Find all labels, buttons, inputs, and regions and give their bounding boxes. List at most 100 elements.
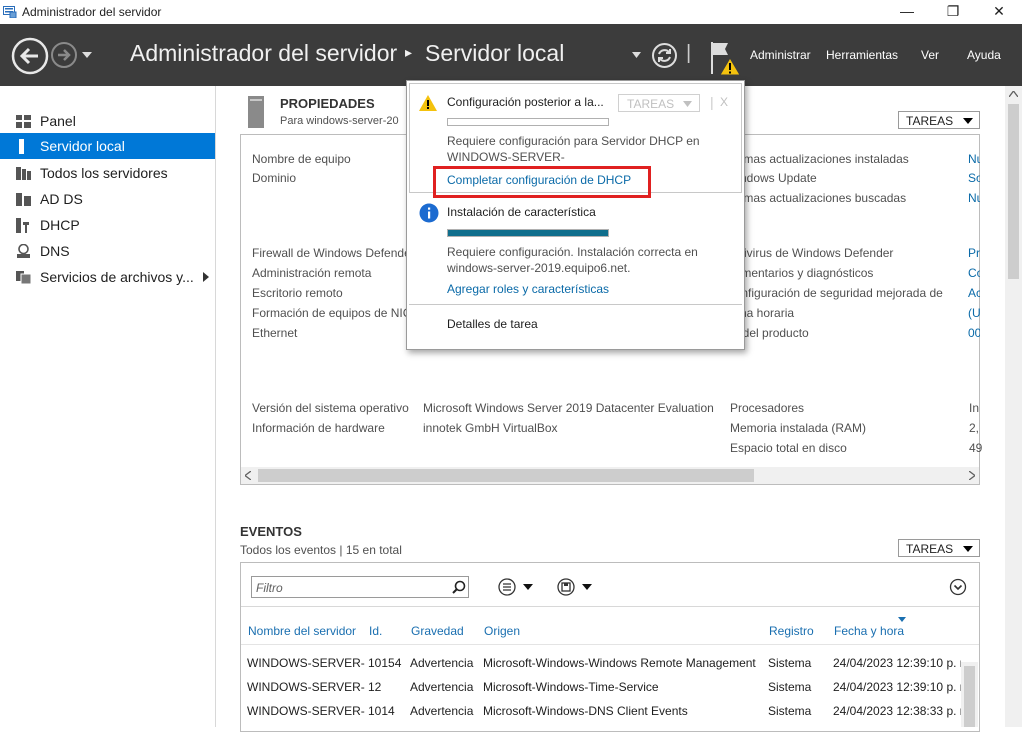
scroll-right-icon[interactable] [969,471,975,480]
menu-ver[interactable]: Ver [921,48,939,62]
column-header-registro[interactable]: Registro [769,624,814,638]
prop-label-antivirus: Antivirus de Windows Defender [726,246,894,260]
filter-input[interactable]: Filtro [251,576,469,598]
sidebar-item-dhcp[interactable]: DHCP [0,212,215,238]
complete-dhcp-config-link[interactable]: Completar configuración de DHCP [447,173,631,187]
properties-hscrollbar[interactable] [241,467,979,484]
prop-value-link[interactable]: So [968,171,980,185]
prop-label-actualizaciones-buscadas: Últimas actualizaciones buscadas [726,191,907,205]
cell-id: 10154 [368,656,402,670]
expand-filter-icon[interactable] [949,578,967,596]
events-divider [241,606,979,607]
files-icon [16,271,32,285]
menu-administrar[interactable]: Administrar [750,48,811,62]
prop-label-nic: Formación de equipos de NIC [252,306,412,320]
notifications-popup: Configuración posterior a la... TAREAS |… [406,80,745,350]
cell-id: 12 [368,680,382,694]
notifications-dropdown-icon[interactable] [632,52,641,58]
header-divider: | [686,42,692,64]
panel-icon [16,115,31,128]
sidebar-item-servidor-local[interactable]: Servidor local [0,133,215,159]
tasks-label: TAREAS [906,542,954,556]
menu-ayuda[interactable]: Ayuda [967,48,1001,62]
popup-divider: | [710,94,714,110]
column-header-servidor[interactable]: Nombre del servidor [248,624,356,638]
close-window-button[interactable]: ✕ [976,0,1022,24]
add-roles-features-link[interactable]: Agregar roles y características [447,282,609,296]
breadcrumb-root[interactable]: Administrador del servidor [130,40,397,67]
main-vscrollbar[interactable] [1005,86,1022,727]
cell-fecha: 24/04/2023 12:39:10 p. m. [833,680,961,694]
column-header-origen[interactable]: Origen [484,624,520,638]
properties-subheading: Para windows-server-20 [280,115,399,127]
table-row[interactable]: WINDOWS-SERVER- 12 Advertencia Microsoft… [241,678,961,700]
cell-origen: Microsoft-Windows-Windows Remote Managem… [483,656,756,670]
prop-value-os-version: Microsoft Windows Server 2019 Datacenter… [423,401,714,415]
prop-label-ram: Memoria instalada (RAM) [730,421,867,435]
task1-tasks-dropdown[interactable]: TAREAS [618,94,700,112]
task2-description-2: windows-server-2019.equipo6.net. [447,261,631,275]
properties-tasks-dropdown[interactable]: TAREAS [898,111,980,129]
column-header-id[interactable]: Id. [369,624,382,638]
chevron-down-icon [963,546,973,552]
prop-value-link[interactable]: Ac [968,286,980,300]
notifications-flag-icon[interactable] [708,40,742,76]
events-vscrollbar[interactable] [961,662,978,727]
column-header-fecha[interactable]: Fecha y hora [834,624,904,638]
adds-icon [16,193,31,206]
sidebar-item-label: Servidor local [40,138,125,154]
save-query-icon[interactable] [556,577,596,597]
prop-label-disco: Espacio total en disco [730,441,847,455]
back-arrow-icon[interactable] [11,37,49,75]
refresh-icon[interactable] [651,42,678,69]
prop-value-link[interactable]: Co [968,266,980,280]
task2-progress-fill [448,230,608,236]
sidebar-item-dns[interactable]: DNS [0,238,215,264]
table-row[interactable]: WINDOWS-SERVER- 1014 Advertencia Microso… [241,702,961,724]
sidebar-item-todos-los-servidores[interactable]: Todos los servidores [0,160,215,186]
events-heading: EVENTOS [240,524,302,539]
cell-origen: Microsoft-Windows-Time-Service [483,680,659,694]
header-divider [241,644,979,645]
minimize-button[interactable]: — [884,0,930,24]
sidebar-item-label: DHCP [40,217,80,233]
cell-origen: Microsoft-Windows-DNS Client Events [483,704,688,718]
sidebar-item-panel[interactable]: Panel [0,108,215,134]
menu-herramientas[interactable]: Herramientas [826,48,898,62]
prop-value-link[interactable]: Nu [968,191,980,205]
maximize-button[interactable]: ❐ [930,0,976,24]
column-header-gravedad[interactable]: Gravedad [411,624,464,638]
cell-id: 1014 [368,704,395,718]
prop-value-link[interactable]: Nu [968,152,980,166]
dismiss-task-button[interactable]: X [720,95,728,109]
task-details-link[interactable]: Detalles de tarea [447,317,538,331]
expand-arrow-icon[interactable] [203,272,209,282]
prop-label-ethernet: Ethernet [252,326,298,340]
history-dropdown-icon[interactable] [82,52,92,58]
cell-servidor: WINDOWS-SERVER- [247,704,365,718]
forward-arrow-icon[interactable] [50,41,78,69]
sidebar-item-servicios-de-archivos[interactable]: Servicios de archivos y... [0,264,215,290]
cell-servidor: WINDOWS-SERVER- [247,656,365,670]
prop-label-hardware: Información de hardware [252,421,385,435]
list-options-icon[interactable] [497,577,537,597]
tasks-label: TAREAS [906,114,954,128]
cell-fecha: 24/04/2023 12:38:33 p. m. [833,704,961,718]
sidebar-item-ad-ds[interactable]: AD DS [0,186,215,212]
scroll-thumb[interactable] [1008,104,1019,279]
prop-value-ram: 2, [969,421,980,435]
search-icon[interactable] [452,580,466,594]
prop-label-comentarios: Comentarios y diagnósticos [726,266,874,280]
window-title: Administrador del servidor [22,5,162,19]
scroll-left-icon[interactable] [245,471,251,480]
scroll-up-icon[interactable] [1009,91,1018,97]
prop-value-link[interactable]: 00 [968,326,980,340]
prop-label-escritorio-remoto: Escritorio remoto [252,286,343,300]
table-row[interactable]: WINDOWS-SERVER- 10154 Advertencia Micros… [241,654,961,676]
scroll-thumb[interactable] [964,666,975,727]
scroll-thumb[interactable] [258,469,754,482]
events-tasks-dropdown[interactable]: TAREAS [898,539,980,557]
dhcp-icon [16,218,29,233]
prop-value-link[interactable]: (U [968,306,980,320]
prop-value-link[interactable]: Pr [968,246,980,260]
